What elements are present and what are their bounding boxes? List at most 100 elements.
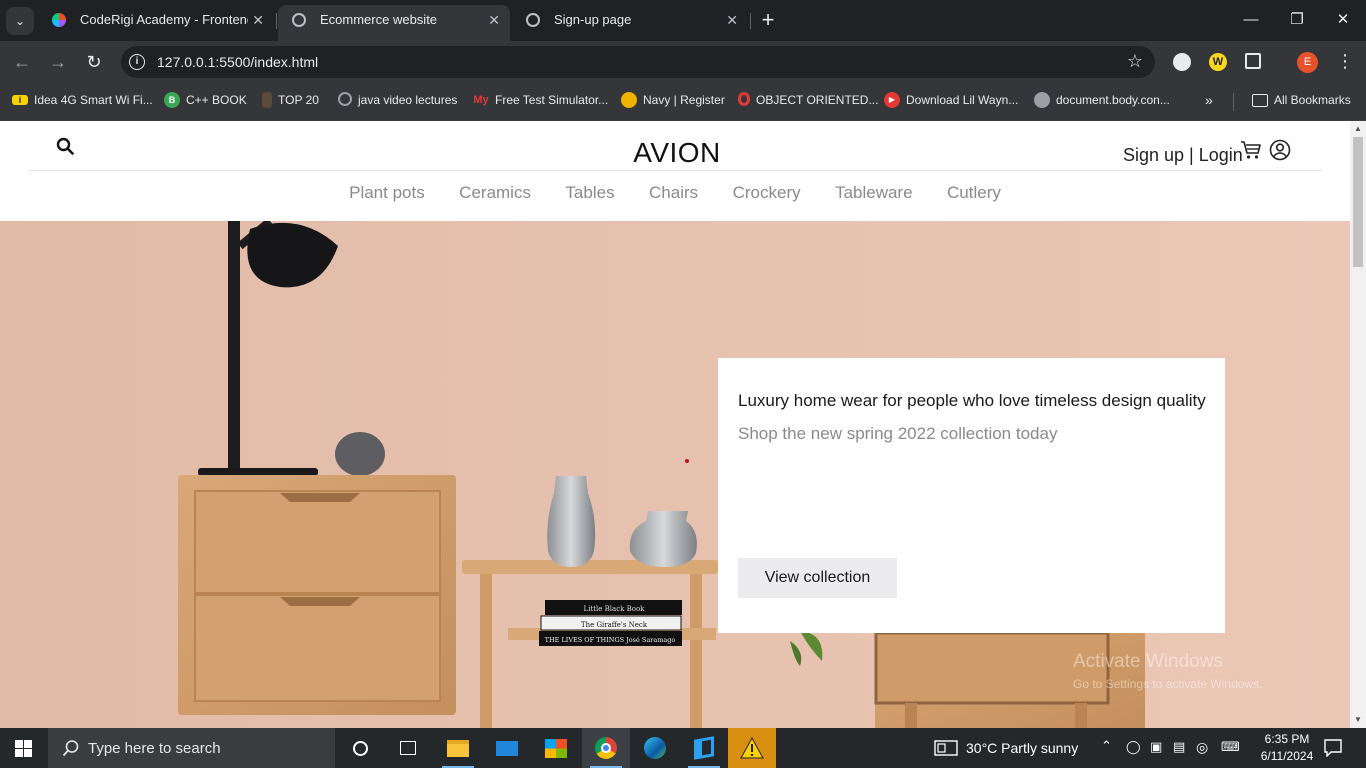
book-spine: THE LIVES OF THINGS José Saramago bbox=[545, 636, 676, 644]
signup-login-link[interactable]: Sign up | Login bbox=[1123, 145, 1243, 166]
chrome-taskbar-icon[interactable] bbox=[582, 728, 630, 768]
extension-w-icon[interactable]: W bbox=[1209, 53, 1227, 71]
tab-title: CodeRigi Academy - Frontend D bbox=[80, 12, 248, 27]
address-bar[interactable]: i 127.0.0.1:5500/index.html ☆ bbox=[121, 46, 1155, 78]
news-weather-icon[interactable] bbox=[934, 740, 958, 756]
category-cutlery[interactable]: Cutlery bbox=[947, 183, 1001, 203]
taskbar-search-placeholder: Type here to search bbox=[88, 740, 221, 757]
bookmark-item[interactable]: TOP 20 bbox=[262, 92, 319, 108]
browser-tab-strip: ⌄ CodeRigi Academy - Frontend D ✕ Ecomme… bbox=[0, 0, 1366, 41]
close-icon[interactable]: ✕ bbox=[252, 5, 264, 35]
close-icon[interactable]: ✕ bbox=[488, 5, 500, 35]
youtube-icon: ▶ bbox=[884, 92, 900, 108]
figma-icon bbox=[52, 13, 66, 27]
hero-card: Luxury home wear for people who love tim… bbox=[718, 358, 1225, 633]
tab-signup[interactable]: Sign-up page ✕ bbox=[512, 5, 748, 41]
edge-icon[interactable] bbox=[631, 728, 679, 768]
my-icon: My bbox=[473, 94, 489, 106]
all-bookmarks-button[interactable]: All Bookmarks bbox=[1252, 92, 1351, 108]
bookmark-item[interactable]: ▶ Download Lil Wayn... bbox=[884, 92, 1018, 108]
site-info-icon[interactable]: i bbox=[129, 54, 145, 70]
idea-icon: i bbox=[12, 95, 28, 105]
hero-title: Luxury home wear for people who love tim… bbox=[738, 391, 1206, 410]
search-icon bbox=[62, 740, 79, 757]
page-viewport: AVION Sign up | Login Plant pots Ceramic… bbox=[0, 121, 1366, 728]
keyboard-icon[interactable]: ⌨ bbox=[1221, 739, 1240, 755]
weather-text[interactable]: 30°C Partly sunny bbox=[966, 740, 1078, 756]
category-chairs[interactable]: Chairs bbox=[649, 183, 698, 203]
bookmark-star-icon[interactable]: ☆ bbox=[1127, 51, 1143, 72]
cortana-icon[interactable] bbox=[336, 728, 384, 768]
book-spine: Little Black Book bbox=[584, 605, 646, 613]
vscode-icon[interactable] bbox=[680, 728, 728, 768]
category-tables[interactable]: Tables bbox=[565, 183, 614, 203]
language-globe-icon[interactable]: ◎ bbox=[1196, 739, 1208, 756]
bookmark-item[interactable]: document.body.con... bbox=[1034, 92, 1170, 108]
opera-icon bbox=[738, 92, 750, 106]
page-scrollbar[interactable]: ▲ ▼ bbox=[1350, 121, 1366, 728]
bookmark-item[interactable]: i Idea 4G Smart Wi Fi... bbox=[12, 92, 153, 108]
bookmark-item[interactable]: OBJECT ORIENTED... bbox=[738, 92, 878, 108]
category-ceramics[interactable]: Ceramics bbox=[459, 183, 531, 203]
url-text[interactable]: 127.0.0.1:5500/index.html bbox=[157, 54, 318, 70]
book-spine: The Giraffe's Neck bbox=[581, 621, 648, 629]
clock-date: 6/11/2024 bbox=[1260, 749, 1314, 763]
navy-icon bbox=[621, 92, 637, 108]
user-icon[interactable] bbox=[1269, 139, 1291, 161]
scroll-down-arrow[interactable]: ▼ bbox=[1350, 712, 1366, 728]
warning-app-icon[interactable] bbox=[728, 728, 776, 768]
category-nav: Plant pots Ceramics Tables Chairs Crocke… bbox=[0, 183, 1350, 203]
clock-time: 6:35 PM bbox=[1264, 732, 1310, 746]
restore-button[interactable]: ❐ bbox=[1274, 6, 1320, 34]
windows-taskbar: Type here to search 30°C Partly sunny ⌃ … bbox=[0, 728, 1366, 768]
github-icon bbox=[338, 92, 352, 106]
category-crockery[interactable]: Crockery bbox=[733, 183, 801, 203]
tab-search-button[interactable]: ⌄ bbox=[6, 7, 34, 35]
scrollbar-thumb[interactable] bbox=[1353, 137, 1363, 267]
network-icon[interactable]: ◯ bbox=[1126, 739, 1141, 755]
close-icon[interactable]: ✕ bbox=[726, 5, 738, 35]
store-icon[interactable] bbox=[532, 728, 580, 768]
bookmark-item[interactable]: B C++ BOOK bbox=[164, 92, 247, 108]
globe-icon bbox=[1034, 92, 1050, 108]
tab-coderigi[interactable]: CodeRigi Academy - Frontend D ✕ bbox=[38, 5, 274, 41]
category-tableware[interactable]: Tableware bbox=[835, 183, 913, 203]
extension-puzzle-color-icon[interactable] bbox=[1173, 53, 1191, 71]
menu-kebab-icon[interactable]: ⋮ bbox=[1336, 50, 1354, 72]
profile-avatar[interactable]: E bbox=[1297, 52, 1318, 73]
cart-icon[interactable] bbox=[1240, 139, 1262, 161]
folder-icon bbox=[1252, 94, 1268, 107]
new-tab-button[interactable]: + bbox=[756, 6, 780, 34]
show-hidden-icons[interactable]: ⌃ bbox=[1101, 738, 1112, 754]
window-close-button[interactable]: ✕ bbox=[1320, 6, 1366, 34]
wifi-icon[interactable]: ▤ bbox=[1173, 739, 1185, 755]
activate-windows-title: Activate Windows bbox=[1073, 651, 1223, 672]
activate-windows-subtitle: Go to Settings to activate Windows. bbox=[1073, 677, 1263, 691]
file-explorer-icon[interactable] bbox=[434, 728, 482, 768]
more-bookmarks-icon[interactable]: » bbox=[1205, 92, 1213, 108]
taskbar-search-box[interactable]: Type here to search bbox=[48, 728, 335, 768]
view-collection-button[interactable]: View collection bbox=[738, 558, 897, 598]
globe-icon bbox=[292, 13, 306, 27]
browser-toolbar: ← → ↻ i 127.0.0.1:5500/index.html ☆ W E … bbox=[0, 41, 1366, 83]
scroll-up-arrow[interactable]: ▲ bbox=[1350, 121, 1366, 137]
reload-button[interactable]: ↻ bbox=[83, 51, 105, 73]
tab-ecommerce[interactable]: Ecommerce website ✕ bbox=[278, 5, 510, 41]
bookmark-item[interactable]: java video lectures bbox=[338, 92, 457, 108]
forward-button[interactable]: → bbox=[47, 51, 69, 73]
task-view-icon[interactable] bbox=[384, 728, 432, 768]
bookmark-item[interactable]: My Free Test Simulator... bbox=[473, 92, 608, 108]
top20-icon bbox=[262, 92, 272, 108]
hero-subtitle: Shop the new spring 2022 collection toda… bbox=[738, 424, 1058, 443]
windows-start-icon[interactable] bbox=[15, 740, 32, 757]
bookmark-item[interactable]: Navy | Register bbox=[621, 92, 725, 108]
category-plant-pots[interactable]: Plant pots bbox=[349, 183, 425, 203]
mail-icon[interactable] bbox=[483, 728, 531, 768]
back-button[interactable]: ← bbox=[11, 51, 33, 73]
battery-icon[interactable]: ▣ bbox=[1150, 739, 1162, 755]
minimize-button[interactable]: — bbox=[1228, 6, 1274, 34]
b-icon: B bbox=[164, 92, 180, 108]
notification-icon[interactable] bbox=[1324, 739, 1342, 757]
system-clock[interactable]: 6:35 PM 6/11/2024 bbox=[1252, 731, 1322, 765]
extensions-icon[interactable] bbox=[1245, 53, 1261, 69]
